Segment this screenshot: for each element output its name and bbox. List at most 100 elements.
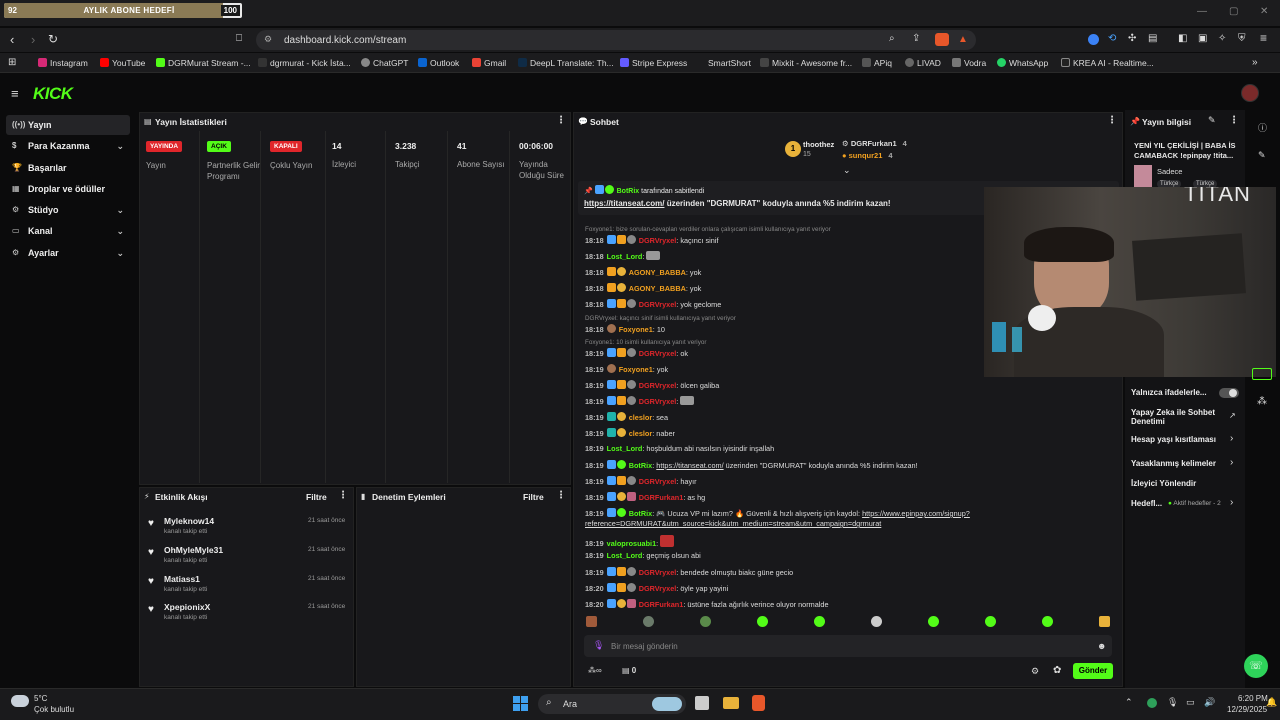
emote-icon[interactable] [586, 616, 597, 627]
chat-message[interactable]: 18:19 Lost_Lord: hoşbuldum abi nasılsın i… [585, 444, 774, 453]
media-icon[interactable]: ▤ [1148, 33, 1157, 44]
emote-icon[interactable] [757, 616, 768, 627]
hamburger-icon[interactable]: ≡ [11, 86, 19, 101]
avatar[interactable] [1241, 84, 1259, 102]
chat-message[interactable]: 18:18 DGRVryxel: yok geclome [585, 299, 721, 309]
ai-moderation-setting[interactable]: Yapay Zeka ile Sohbet Denetimi [1131, 408, 1226, 426]
emote-icon[interactable] [871, 616, 882, 627]
clock-date[interactable]: 12/29/2025 [1227, 705, 1267, 714]
pinned-link[interactable]: https://titanseat.com/ [584, 199, 664, 208]
list-item[interactable]: ♥ Matiass1 kanalı takip etti 21 saat önce [148, 574, 348, 593]
chat-message[interactable]: 18:20 DGRVryxel: öyle yap yayini [585, 583, 728, 593]
share-nodes-icon[interactable]: ⁂ [1257, 396, 1267, 407]
chat-message[interactable]: 18:18 Lost_Lord: [585, 251, 661, 261]
chat-message[interactable]: 18:20 DGRFurkan1: üstüne fazla ağırlık v… [585, 599, 829, 609]
chat-message[interactable]: 18:19 Lost_Lord: geçmiş olsun abi [585, 551, 701, 560]
weather-desc[interactable]: Çok bulutlu [34, 705, 74, 714]
activity-menu-icon[interactable]: ⋮ [338, 490, 348, 501]
forward-icon[interactable]: › [31, 32, 35, 47]
support-chat-icon[interactable]: ☏ [1244, 654, 1268, 678]
activity-filter-button[interactable]: Filtre [306, 492, 327, 502]
network-icon[interactable]: ▭ [1186, 697, 1195, 708]
chevron-right-icon[interactable]: › [1230, 457, 1233, 468]
sidebar-item-studyo[interactable]: ⚙ Stüdyo ⌄ [6, 200, 130, 220]
bookmark-dgrmurat-kick[interactable]: dgrmurat - Kick İsta... [258, 58, 351, 68]
wallet-icon[interactable]: ▣ [1198, 33, 1207, 44]
chat-link[interactable]: https://titanseat.com/ [656, 461, 723, 470]
chat-message[interactable]: 18:19 BotRix: https://titanseat.com/ üze… [585, 460, 918, 470]
sidebar-item-para-kazanma[interactable]: $ Para Kazanma ⌄ [6, 136, 130, 156]
chat-link-continued[interactable]: reference=DGRMURAT&utm_source=kick&utm_m… [585, 519, 881, 528]
chat-message[interactable]: 18:19 DGRVryxel: ok [585, 348, 688, 358]
info-icon[interactable]: ⓘ [1258, 121, 1267, 134]
close-icon[interactable]: ✕ [1260, 6, 1268, 17]
menu-icon[interactable]: ≡ [1260, 31, 1267, 45]
emote-icon[interactable] [1042, 616, 1053, 627]
extension-icon[interactable]: ⟲ [1108, 33, 1116, 44]
apps-icon[interactable]: ⊞ [8, 57, 16, 68]
chat-message[interactable]: 18:19 DGRVryxel: hayır [585, 476, 697, 486]
chat-message[interactable]: 18:18 AGONY_BABBA: yok [585, 267, 701, 277]
chat-message[interactable]: 18:18 Foxyone1: 10 [585, 324, 665, 334]
list-item[interactable]: ♥ XpepionixX kanalı takip etti 21 saat önce [148, 602, 348, 621]
chat-message[interactable]: 18:18 DGRVryxel: kaçıncı sinif [585, 235, 718, 245]
clock-time[interactable]: 6:20 PM [1238, 694, 1268, 703]
bookmark-deepl[interactable]: DeepL Translate: Th... [518, 58, 614, 68]
puzzle-icon[interactable]: ✣ [1128, 33, 1136, 44]
chat-gear-icon[interactable]: ✿ [1053, 665, 1061, 676]
emote-icon[interactable] [700, 616, 711, 627]
volume-icon[interactable]: 🔊 [1204, 697, 1215, 708]
emote-icon[interactable] [814, 616, 825, 627]
chat-link[interactable]: https://www.epinpay.com/signup? [862, 509, 970, 518]
banned-words-setting[interactable]: Yasaklanmış kelimeler [1131, 459, 1216, 468]
bookmark-whatsapp[interactable]: WhatsApp [997, 58, 1048, 68]
bookmark-outlook[interactable]: Outlook [418, 58, 459, 68]
task-view-icon[interactable] [695, 696, 709, 710]
sidebar-item-basarilar[interactable]: 🏆 Başarılar [6, 158, 130, 178]
send-button[interactable]: Gönder [1073, 663, 1113, 679]
goals-setting[interactable]: Hedefl... [1131, 499, 1162, 508]
site-info-icon[interactable]: ⚙ [264, 34, 272, 45]
chevron-right-icon[interactable]: › [1230, 497, 1233, 508]
emote-only-toggle[interactable] [1219, 388, 1239, 398]
maximize-icon[interactable]: ▢ [1229, 6, 1238, 17]
zoom-icon[interactable]: ⌕ [889, 33, 895, 44]
emote-icon[interactable] [928, 616, 939, 627]
share-icon[interactable]: ⇪ [912, 33, 920, 44]
file-explorer-icon[interactable] [723, 697, 739, 709]
extension-icon[interactable] [1088, 34, 1099, 45]
chat-message[interactable]: 18:19 cleslor: sea [585, 412, 668, 422]
chat-message[interactable]: 18:19 Foxyone1: yok [585, 364, 668, 374]
ai-icon[interactable]: ✧ [1218, 33, 1226, 44]
bookmark-gmail[interactable]: Gmail [472, 58, 506, 68]
chat-message[interactable]: 18:19 DGRVryxel: ölcen galiba [585, 380, 719, 390]
emote-icon[interactable] [985, 616, 996, 627]
emoji-icon[interactable]: ☻ [1097, 641, 1106, 651]
back-icon[interactable]: ‹ [10, 32, 14, 47]
mic-tray-icon[interactable]: 🎙 [1167, 697, 1178, 708]
list-item[interactable]: ♥ Myleknow14 kanalı takip etti 21 saat önce [148, 516, 348, 535]
bookmark-krea[interactable]: KREA AI - Realtime... [1061, 58, 1154, 68]
more-bookmarks-icon[interactable]: » [1252, 57, 1258, 68]
chevron-right-icon[interactable]: › [1230, 433, 1233, 444]
account-age-setting[interactable]: Hesap yaşı kısıtlaması [1131, 435, 1216, 444]
chat-message[interactable]: 18:19 DGRVryxel: [585, 396, 695, 406]
chat-message[interactable]: 18:19 DGRFurkan1: as hg [585, 492, 705, 502]
tray-expand-icon[interactable]: ⌃ [1125, 697, 1133, 708]
brave-browser-icon[interactable] [752, 695, 765, 711]
edit-icon[interactable]: ✎ [1208, 115, 1216, 126]
bookmark-chatgpt[interactable]: ChatGPT [361, 58, 408, 68]
sidebar-item-yayin[interactable]: ((•)) Yayın [6, 115, 130, 135]
chat-message[interactable]: 18:19 cleslor: naber [585, 428, 675, 438]
windows-start-icon[interactable] [513, 696, 529, 712]
chat-message[interactable]: 18:19 DGRVryxel: bendede olmuştu biakc g… [585, 567, 793, 577]
minimize-icon[interactable]: — [1197, 6, 1207, 17]
notification-icon[interactable]: 🔔 [1266, 697, 1277, 708]
chat-message[interactable]: 18:18 AGONY_BABBA: yok [585, 283, 701, 293]
reload-icon[interactable]: ↻ [48, 32, 58, 46]
bookmark-instagram[interactable]: Instagram [38, 58, 88, 68]
edit-pen-icon[interactable]: ✎ [1258, 150, 1266, 161]
chat-settings-icon[interactable]: ⚙ [1031, 666, 1039, 677]
bookmark-icon[interactable]: ⎕ [236, 33, 242, 44]
emote-only-setting[interactable]: Yalnızca ifadelerle... [1131, 388, 1207, 397]
